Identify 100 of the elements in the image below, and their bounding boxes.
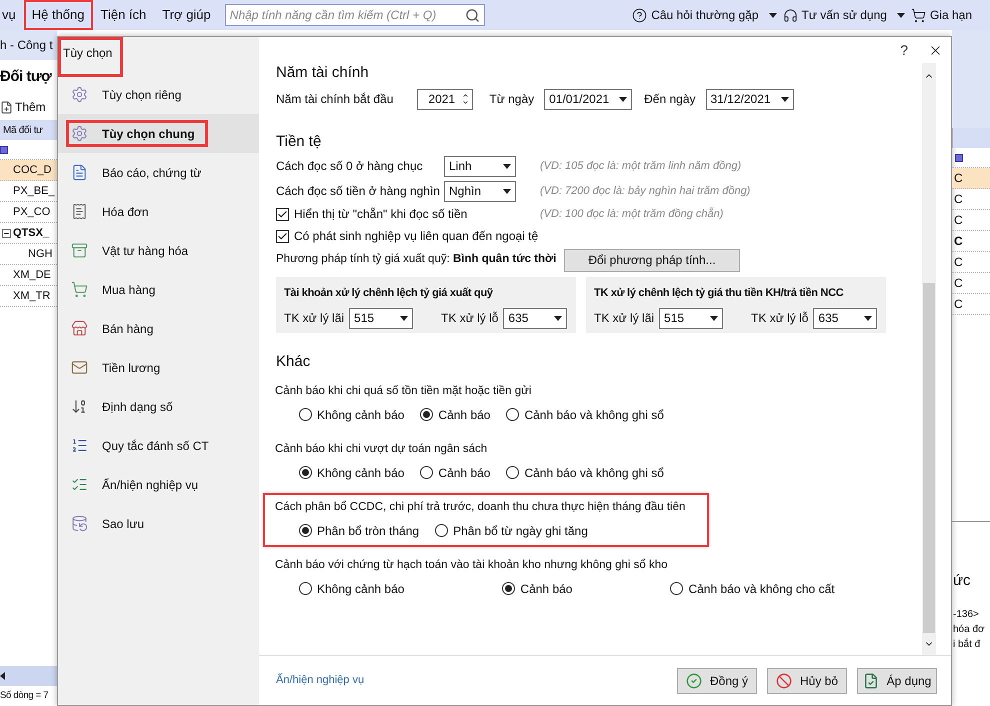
dialog-button[interactable]: Hủy bỏ bbox=[767, 668, 847, 694]
panel-text: -136> bbox=[953, 608, 980, 622]
nav-item[interactable]: Sao lưu bbox=[58, 504, 259, 543]
field-label: TK xử lý lỗ bbox=[751, 310, 808, 327]
radio-button[interactable] bbox=[670, 582, 684, 595]
nav-item[interactable]: Vật tư hàng hóa bbox=[58, 231, 259, 270]
checkbox-option[interactable]: Có phát sinh nghiệp vụ liên quan đến ngoại tệ bbox=[276, 227, 540, 245]
radio-option[interactable]: Không cảnh báo bbox=[299, 580, 404, 598]
field-label: TK xử lý lãi bbox=[284, 310, 344, 327]
nav-label: Tùy chọn chung bbox=[102, 126, 195, 142]
menu-item[interactable]: Hệ thống bbox=[24, 0, 92, 30]
footer-link[interactable]: Ấn/hiện nghiệp vụ bbox=[276, 672, 364, 689]
dropdown[interactable]: 635 bbox=[813, 308, 878, 328]
dropdown[interactable]: 515 bbox=[349, 308, 414, 328]
radio-button[interactable] bbox=[506, 408, 520, 421]
dialog-button[interactable]: Đồng ý bbox=[677, 668, 757, 694]
scroll-bar[interactable] bbox=[922, 63, 936, 655]
year-spinner[interactable]: 2021 bbox=[417, 88, 474, 110]
radio-button[interactable] bbox=[299, 466, 312, 479]
dropdown[interactable]: Nghìn bbox=[444, 180, 516, 202]
radio-option[interactable]: Không cảnh báo bbox=[299, 464, 404, 482]
table-cell-text: PX_BE_ bbox=[13, 184, 55, 199]
menu-link[interactable]: Gia hạn bbox=[930, 6, 972, 24]
radio-option[interactable]: Cảnh báo và không ghi sổ bbox=[506, 406, 664, 424]
panel-title: TK xử lý chênh lệch tỷ giá thu tiền KH/trả tiền NCC bbox=[594, 286, 844, 301]
dropdown[interactable]: Linh bbox=[444, 156, 516, 176]
table-row[interactable]: C bbox=[952, 189, 990, 210]
nav-item[interactable]: Bán hàng bbox=[58, 309, 259, 348]
dropdown[interactable]: 515 bbox=[659, 308, 724, 328]
file-check-icon bbox=[862, 672, 879, 688]
panel-text: hóa đơ bbox=[953, 622, 986, 636]
dialog-button[interactable]: Áp dụng bbox=[857, 668, 937, 694]
nav-label: Báo cáo, chứng từ bbox=[102, 164, 202, 182]
radio-button[interactable] bbox=[506, 466, 520, 479]
table-row[interactable]: C bbox=[952, 210, 990, 231]
radio-option[interactable]: Cảnh báo và không cho cất bbox=[670, 580, 835, 598]
scroll-thumb[interactable] bbox=[923, 283, 935, 633]
checkbox-option[interactable]: Hiển thị từ "chẵn" khi đọc số tiền bbox=[276, 205, 540, 223]
example-text: (VD: 105 đọc là: một trăm linh năm đồng) bbox=[540, 158, 742, 174]
nav-item[interactable]: Tùy chọn chung bbox=[58, 114, 259, 153]
radio-button[interactable] bbox=[299, 524, 312, 537]
menu-item[interactable]: vụ bbox=[0, 0, 24, 30]
checkbox[interactable] bbox=[276, 208, 289, 220]
menu-link[interactable]: Tư vấn sử dụng bbox=[802, 6, 887, 24]
add-button[interactable]: Thêm bbox=[15, 98, 46, 116]
left-arrow-icon[interactable] bbox=[0, 672, 5, 680]
radio-option[interactable]: Cảnh báo và không ghi sổ bbox=[506, 464, 664, 482]
nav-item[interactable]: Tùy chọn riêng bbox=[58, 75, 259, 114]
help-button[interactable]: ? bbox=[900, 40, 908, 60]
table-row[interactable]: C bbox=[952, 252, 990, 273]
nav-item[interactable]: Tiền lương bbox=[58, 348, 259, 387]
dropdown[interactable]: 635 bbox=[503, 308, 568, 328]
table-row[interactable]: C bbox=[952, 273, 990, 294]
menu-link[interactable]: Câu hỏi thường gặp bbox=[651, 6, 759, 24]
table-cell-text: PX_CO bbox=[13, 204, 50, 220]
dropdown[interactable]: 01/01/2021 bbox=[544, 88, 632, 110]
table-cell-text: XM_TR bbox=[13, 288, 50, 304]
nav-item[interactable]: Định dạng số bbox=[58, 387, 259, 426]
radio-option[interactable]: Phân bổ tròn tháng bbox=[299, 522, 420, 540]
collapse-icon[interactable] bbox=[2, 228, 11, 238]
field-label: Năm tài chính bắt đầu bbox=[276, 91, 394, 108]
radio-option[interactable]: Cảnh báo bbox=[420, 406, 490, 424]
up-icon[interactable] bbox=[462, 92, 470, 99]
panel-title: Tài khoản xử lý chênh lệch tỷ giá xuất quỹ bbox=[284, 286, 494, 301]
search-field[interactable]: Nhập tính năng cần tìm kiếm (Ctrl + Q) bbox=[224, 4, 485, 26]
nav-item[interactable]: Quy tắc đánh số CT bbox=[58, 426, 259, 465]
radio-button[interactable] bbox=[435, 524, 448, 537]
table-row[interactable]: C bbox=[952, 168, 990, 189]
change-method-button[interactable]: Đổi phương pháp tính... bbox=[564, 248, 740, 272]
filter-icon bbox=[955, 154, 963, 162]
table-row[interactable]: C bbox=[952, 294, 990, 315]
radio-option[interactable]: Cảnh báo bbox=[420, 464, 490, 482]
nav-item[interactable]: Báo cáo, chứng từ bbox=[58, 153, 259, 192]
scroll-bar[interactable] bbox=[0, 666, 57, 686]
radio-button[interactable] bbox=[420, 408, 434, 421]
radio-button[interactable] bbox=[502, 582, 516, 595]
field-label: Cách đọc số 0 ở hàng chục bbox=[276, 158, 424, 175]
menu-item[interactable]: Tiện ích bbox=[92, 0, 154, 30]
radio-button[interactable] bbox=[299, 408, 312, 421]
table-cell-text: COC_D bbox=[13, 162, 52, 178]
dialog-title: Tùy chọn bbox=[58, 37, 124, 77]
radio-option[interactable]: Không cảnh báo bbox=[299, 406, 404, 424]
table-row[interactable]: C bbox=[952, 231, 990, 252]
menu-item[interactable]: Trợ giúp bbox=[154, 0, 219, 30]
nav-item[interactable]: Ẩn/hiện nghiệp vụ bbox=[58, 465, 259, 504]
dropdown[interactable]: 31/12/2021 bbox=[706, 88, 794, 110]
nav-label: Quy tắc đánh số CT bbox=[102, 438, 209, 454]
table-cell-text: C bbox=[954, 275, 963, 292]
checkbox[interactable] bbox=[276, 230, 289, 242]
radio-button[interactable] bbox=[299, 582, 312, 595]
caret-icon bbox=[710, 316, 718, 320]
down-icon[interactable] bbox=[462, 99, 470, 106]
nav-item[interactable]: Mua hàng bbox=[58, 270, 259, 309]
table-row[interactable]: COC_D bbox=[0, 160, 57, 181]
nav-item[interactable]: Hóa đơn bbox=[58, 192, 259, 231]
column-header[interactable]: Mã đối tư bbox=[0, 120, 57, 140]
caret-icon bbox=[864, 316, 872, 320]
radio-option[interactable]: Cảnh báo bbox=[502, 580, 572, 598]
radio-option[interactable]: Phân bổ từ ngày ghi tăng bbox=[435, 522, 588, 540]
radio-button[interactable] bbox=[420, 466, 434, 479]
